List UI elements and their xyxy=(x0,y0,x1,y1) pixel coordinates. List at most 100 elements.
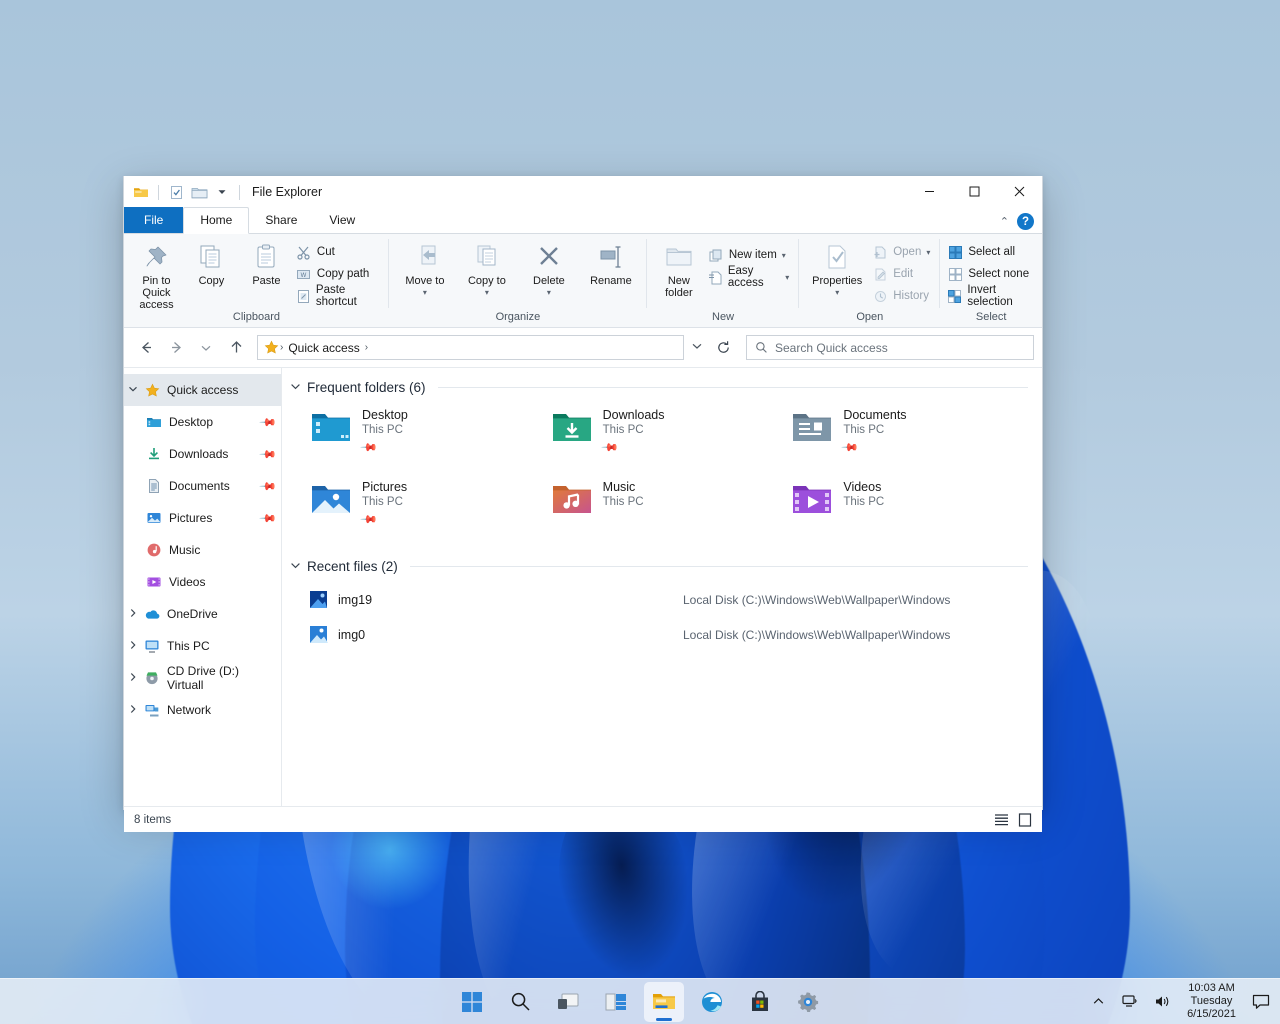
volume-tray-icon[interactable] xyxy=(1151,988,1173,1016)
chevron-right-icon[interactable] xyxy=(124,672,142,684)
sidebar-item-documents[interactable]: Documents 📌 xyxy=(124,470,281,502)
folder-tile-desktop[interactable]: Desktop This PC 📌 xyxy=(306,403,547,459)
network-tray-icon[interactable] xyxy=(1119,988,1141,1016)
properties-icon[interactable] xyxy=(167,183,185,201)
tray-overflow-icon[interactable] xyxy=(1087,988,1109,1016)
sidebar-item-videos[interactable]: Videos xyxy=(124,566,281,598)
select-none-button[interactable]: Select none xyxy=(945,263,1037,285)
pin-icon[interactable]: 📌 xyxy=(259,445,278,463)
copy-to-caret-icon[interactable]: ▾ xyxy=(485,287,489,299)
breadcrumb-quick-access[interactable]: Quick access xyxy=(284,341,363,355)
up-button[interactable] xyxy=(222,335,250,361)
paste-shortcut-button[interactable]: Paste shortcut xyxy=(294,284,384,308)
breadcrumb-separator-2[interactable]: › xyxy=(364,342,369,353)
details-view-icon[interactable] xyxy=(994,813,1009,826)
forward-button[interactable] xyxy=(162,335,190,361)
chevron-down-icon[interactable] xyxy=(290,560,301,574)
sidebar-item-this-pc[interactable]: This PC xyxy=(124,630,281,662)
easy-access-caret-icon[interactable]: ▾ xyxy=(785,273,789,282)
chevron-right-icon[interactable] xyxy=(124,608,142,620)
folder-tile-videos[interactable]: Videos This PC xyxy=(787,475,1028,531)
pin-icon[interactable]: 📌 xyxy=(259,477,278,495)
collapse-ribbon-icon[interactable]: ⌃ xyxy=(1000,215,1009,228)
microsoft-store-icon[interactable] xyxy=(740,982,780,1022)
paste-button[interactable]: Paste xyxy=(239,238,294,287)
new-folder-icon[interactable] xyxy=(190,183,208,201)
help-icon[interactable]: ? xyxy=(1017,213,1034,230)
address-dropdown-icon[interactable] xyxy=(686,340,708,355)
folder-tile-pictures[interactable]: Pictures This PC 📌 xyxy=(306,475,547,531)
copy-button[interactable]: Copy xyxy=(184,238,239,287)
properties-caret-icon[interactable]: ▾ xyxy=(835,287,839,299)
cut-button[interactable]: Cut xyxy=(294,241,384,263)
customize-caret-icon[interactable] xyxy=(213,183,231,201)
recent-file-row[interactable]: img0 Local Disk (C:)\Windows\Web\Wallpap… xyxy=(306,617,1028,652)
tab-file[interactable]: File xyxy=(124,207,184,233)
pin-icon[interactable]: 📌 xyxy=(600,438,619,457)
sidebar-item-onedrive[interactable]: OneDrive xyxy=(124,598,281,630)
tab-view[interactable]: View xyxy=(313,208,371,233)
copy-path-button[interactable]: W Copy path xyxy=(294,263,384,285)
open-button[interactable]: Open ▾ xyxy=(870,241,935,263)
new-item-caret-icon[interactable]: ▾ xyxy=(782,251,786,260)
new-item-button[interactable]: New item ▾ xyxy=(706,244,794,266)
sidebar-item-cd-drive[interactable]: CD Drive (D:) Virtuall xyxy=(124,662,281,694)
edit-button[interactable]: Edit xyxy=(870,263,935,285)
pin-icon[interactable]: 📌 xyxy=(259,413,278,431)
folder-tile-documents[interactable]: Documents This PC 📌 xyxy=(787,403,1028,459)
move-to-caret-icon[interactable]: ▾ xyxy=(423,287,427,299)
folder-tile-downloads[interactable]: Downloads This PC 📌 xyxy=(547,403,788,459)
minimize-button[interactable] xyxy=(907,176,952,206)
sidebar-item-music[interactable]: Music xyxy=(124,534,281,566)
start-button[interactable] xyxy=(452,982,492,1022)
pin-icon[interactable]: 📌 xyxy=(841,438,860,457)
tab-home[interactable]: Home xyxy=(183,207,250,234)
pin-icon[interactable]: 📌 xyxy=(359,438,378,457)
settings-icon[interactable] xyxy=(788,982,828,1022)
refresh-button[interactable] xyxy=(710,335,736,360)
new-folder-button[interactable]: New folder xyxy=(652,238,706,299)
invert-selection-button[interactable]: Invert selection xyxy=(945,284,1037,308)
file-explorer-taskbar-icon[interactable] xyxy=(644,981,684,1022)
open-caret-icon[interactable]: ▾ xyxy=(926,248,930,257)
chevron-right-icon[interactable] xyxy=(124,704,142,716)
delete-caret-icon[interactable]: ▾ xyxy=(547,287,551,299)
recent-locations-button[interactable] xyxy=(192,335,220,361)
chevron-right-icon[interactable] xyxy=(124,640,142,652)
recent-file-row[interactable]: img19 Local Disk (C:)\Windows\Web\Wallpa… xyxy=(306,582,1028,617)
clock[interactable]: 10:03 AM Tuesday 6/15/2021 xyxy=(1183,982,1240,1021)
large-icons-view-icon[interactable] xyxy=(1018,812,1032,827)
close-button[interactable] xyxy=(997,176,1042,206)
delete-button[interactable]: Delete ▾ xyxy=(518,238,580,299)
back-button[interactable] xyxy=(132,335,160,361)
chevron-down-icon[interactable] xyxy=(290,381,301,395)
move-to-button[interactable]: Move to ▾ xyxy=(394,238,456,299)
select-all-button[interactable]: Select all xyxy=(945,241,1037,263)
rename-button[interactable]: Rename xyxy=(580,238,642,287)
edge-icon[interactable] xyxy=(692,982,732,1022)
pin-icon[interactable]: 📌 xyxy=(359,510,378,529)
sidebar-item-pictures[interactable]: Pictures 📌 xyxy=(124,502,281,534)
sidebar-item-downloads[interactable]: Downloads 📌 xyxy=(124,438,281,470)
sidebar-item-network[interactable]: Network xyxy=(124,694,281,726)
sidebar-item-desktop[interactable]: Desktop 📌 xyxy=(124,406,281,438)
widgets-icon[interactable] xyxy=(596,982,636,1022)
tab-share[interactable]: Share xyxy=(249,208,313,233)
chat-icon[interactable] xyxy=(1250,988,1272,1016)
pin-icon[interactable]: 📌 xyxy=(259,509,278,527)
task-view-icon[interactable] xyxy=(548,982,588,1022)
search-taskbar-icon[interactable] xyxy=(500,982,540,1022)
properties-button[interactable]: Properties ▾ xyxy=(804,238,870,299)
easy-access-button[interactable]: Easy access ▾ xyxy=(706,265,794,289)
maximize-button[interactable] xyxy=(952,176,997,206)
pin-to-quick-access-button[interactable]: Pin to Quick access xyxy=(129,238,184,311)
history-button[interactable]: History xyxy=(870,285,935,307)
search-box[interactable]: Search Quick access xyxy=(746,335,1034,360)
copy-to-button[interactable]: Copy to ▾ xyxy=(456,238,518,299)
sidebar-item-quick-access[interactable]: Quick access xyxy=(124,374,281,406)
folder-tile-music[interactable]: Music This PC xyxy=(547,475,788,531)
address-bar[interactable]: › Quick access › xyxy=(257,335,684,360)
explorer-icon[interactable] xyxy=(132,183,150,201)
chevron-down-icon[interactable] xyxy=(124,384,142,396)
search-input[interactable]: Search Quick access xyxy=(775,341,888,355)
